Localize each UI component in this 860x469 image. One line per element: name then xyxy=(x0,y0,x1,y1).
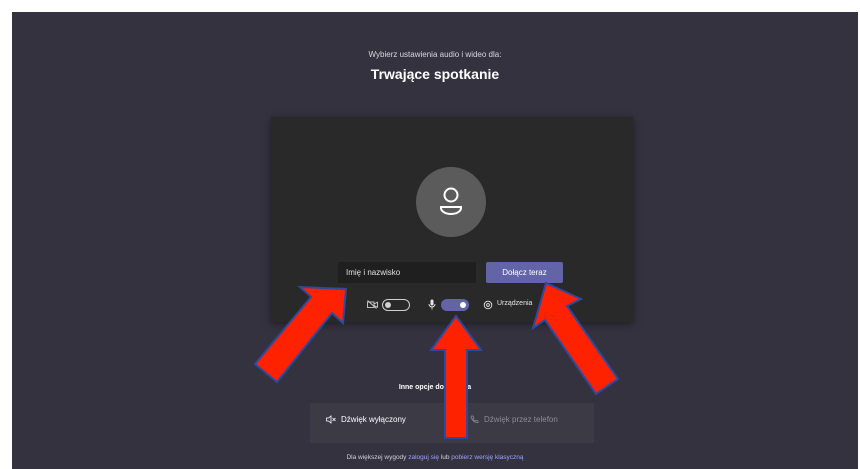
person-icon xyxy=(440,187,462,215)
phone-audio-label: Dźwięk przez telefon xyxy=(484,415,558,424)
gear-icon[interactable] xyxy=(483,300,493,310)
microphone-toggle[interactable] xyxy=(441,299,469,311)
other-options-panel: Dźwięk wyłączony Dźwięk przez telefon xyxy=(310,403,594,443)
join-now-button[interactable]: Dołącz teraz xyxy=(486,262,563,283)
login-link[interactable]: zaloguj się xyxy=(408,454,439,461)
microphone-icon[interactable] xyxy=(428,299,436,310)
video-preview: Dołącz teraz Urządzenia xyxy=(271,117,633,322)
teams-join-screen: Wybierz ustawienia audio i wideo dla: Tr… xyxy=(12,12,858,469)
speaker-off-icon xyxy=(326,415,336,425)
footer-prefix: Dla większej wygody xyxy=(346,454,407,461)
other-options-heading: Inne opcje dołączania xyxy=(398,384,472,391)
phone-icon xyxy=(470,415,479,424)
avatar xyxy=(416,167,486,237)
device-controls: Urządzenia xyxy=(271,297,633,313)
join-subtitle: Wybierz ustawienia audio i wideo dla: xyxy=(368,50,502,59)
devices-button[interactable]: Urządzenia xyxy=(497,300,532,307)
download-classic-link[interactable]: pobierz wersję klasyczną xyxy=(451,454,523,461)
name-input[interactable] xyxy=(338,262,476,283)
phone-audio-option[interactable]: Dźwięk przez telefon xyxy=(470,415,558,424)
audio-off-option[interactable]: Dźwięk wyłączony xyxy=(326,415,406,425)
footer-middle: lub xyxy=(440,454,450,461)
audio-off-label: Dźwięk wyłączony xyxy=(341,415,406,424)
footer-hint: Dla większej wygody zaloguj się lub pobi… xyxy=(12,454,858,461)
camera-off-icon[interactable] xyxy=(367,300,378,309)
camera-toggle[interactable] xyxy=(382,299,410,311)
meeting-title: Trwające spotkanie xyxy=(370,66,500,82)
